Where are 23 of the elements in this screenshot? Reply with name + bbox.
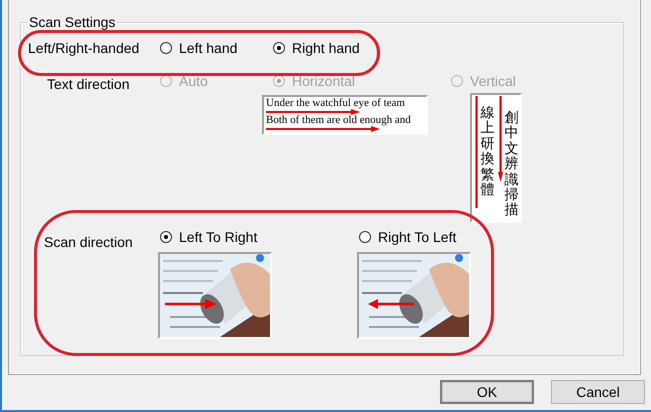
sample-text: 線上研換繁體 (480, 104, 494, 198)
arrow-icon (266, 126, 380, 132)
radio-label[interactable]: Right hand (292, 40, 360, 56)
sample-text: Both of them are old enough and (265, 115, 412, 126)
radio-label[interactable]: Left To Right (179, 228, 258, 245)
arrow-icon (266, 109, 360, 115)
group-title: Scan Settings (28, 14, 116, 30)
arrow-icon (368, 298, 414, 309)
field-label: Left/Right-handed (27, 40, 140, 56)
cancel-button[interactable]: Cancel (551, 380, 645, 404)
radio-button[interactable] (273, 42, 285, 54)
radio-button[interactable] (160, 42, 172, 54)
radio-button[interactable] (359, 230, 371, 243)
radio-button[interactable] (160, 230, 172, 243)
field-label: Scan direction (43, 232, 134, 250)
sample-text: Under the watchful eye of team (265, 98, 406, 109)
sample-text: 創中文辨識掃描 (504, 109, 518, 219)
arrow-icon (498, 96, 502, 182)
field-label: Text direction (46, 75, 130, 92)
radio-label[interactable]: Right To Left (378, 228, 456, 245)
ok-button[interactable]: OK (440, 380, 534, 404)
arrow-icon (165, 298, 217, 309)
radio-label[interactable]: Left hand (179, 40, 238, 56)
